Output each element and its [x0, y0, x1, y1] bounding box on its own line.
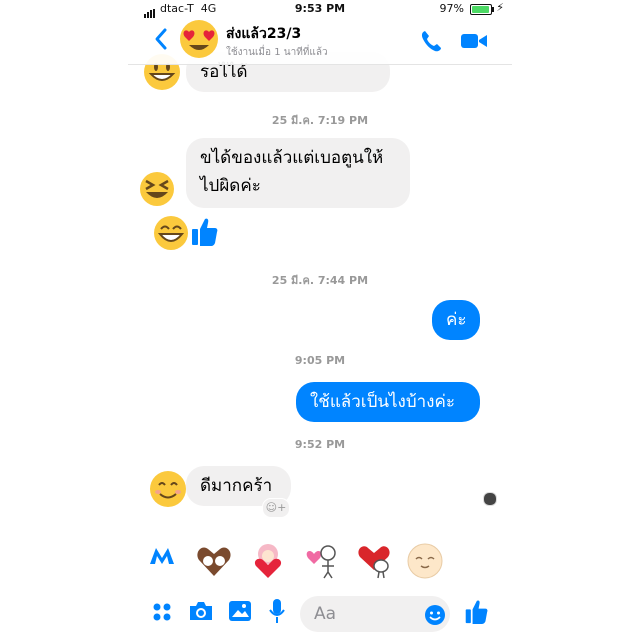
photo-icon[interactable]	[228, 600, 252, 622]
reaction-icon[interactable]: ☺+	[262, 498, 290, 518]
messenger-screen: dtac-T 4G 9:53 PM 97% ⚡ ส่งแล้ว23/3 ใช้ง…	[128, 0, 512, 640]
sticker-blob-face[interactable]	[406, 542, 444, 580]
timestamp: 9:05 PM	[294, 354, 346, 367]
status-bar: dtac-T 4G 9:53 PM 97% ⚡	[128, 0, 512, 18]
sticker-pink-girl[interactable]	[248, 540, 288, 580]
message-line: ไปผิดค่ะ	[200, 176, 261, 196]
timestamp: 9:52 PM	[294, 438, 346, 451]
message-input[interactable]: Aa	[300, 596, 450, 632]
video-camera-icon[interactable]	[460, 30, 488, 52]
heart-eyes-avatar[interactable]	[178, 18, 220, 60]
microphone-icon[interactable]	[268, 598, 286, 624]
incoming-message[interactable]: ขได้ของแล้วแต่เบอตูนให้ ไปผิดค่ะ	[186, 138, 410, 208]
seen-avatar	[483, 492, 497, 506]
beaming-face-icon	[154, 216, 188, 250]
contact-name[interactable]: ส่งแล้ว23/3	[226, 23, 301, 45]
outgoing-message[interactable]: ใช้แล้วเป็นไงบ้างค่ะ	[296, 382, 480, 422]
apps-icon[interactable]	[152, 602, 172, 622]
squinting-laughing-avatar	[140, 172, 174, 206]
sticker-bird-heart[interactable]	[354, 540, 394, 580]
active-status: ใช้งานเมื่อ 1 นาทีที่แล้ว	[226, 47, 328, 58]
messenger-m-icon[interactable]	[146, 540, 178, 572]
sticker-hugging-heart[interactable]	[194, 540, 234, 580]
like-icon	[192, 218, 218, 246]
outgoing-message[interactable]: ค่ะ	[432, 300, 480, 340]
charging-icon: ⚡	[496, 1, 504, 14]
battery-percent: 97%	[439, 2, 464, 15]
like-icon[interactable]	[464, 598, 488, 626]
timestamp: 25 มี.ค. 7:19 PM	[271, 114, 369, 127]
sticker-skeleton-heart[interactable]	[302, 540, 342, 580]
back-chevron-icon[interactable]	[150, 24, 174, 54]
input-placeholder: Aa	[314, 604, 337, 624]
emoji-icon[interactable]	[424, 604, 446, 626]
battery-icon	[470, 4, 494, 15]
phone-icon[interactable]	[418, 28, 444, 54]
smiling-face-avatar	[150, 471, 186, 507]
timestamp: 25 มี.ค. 7:44 PM	[271, 274, 369, 287]
camera-icon[interactable]	[188, 600, 214, 622]
message-line: ขได้ของแล้วแต่เบอตูนให้	[200, 148, 384, 168]
chat-header: ส่งแล้ว23/3 ใช้งานเมื่อ 1 นาทีที่แล้ว	[128, 18, 512, 65]
